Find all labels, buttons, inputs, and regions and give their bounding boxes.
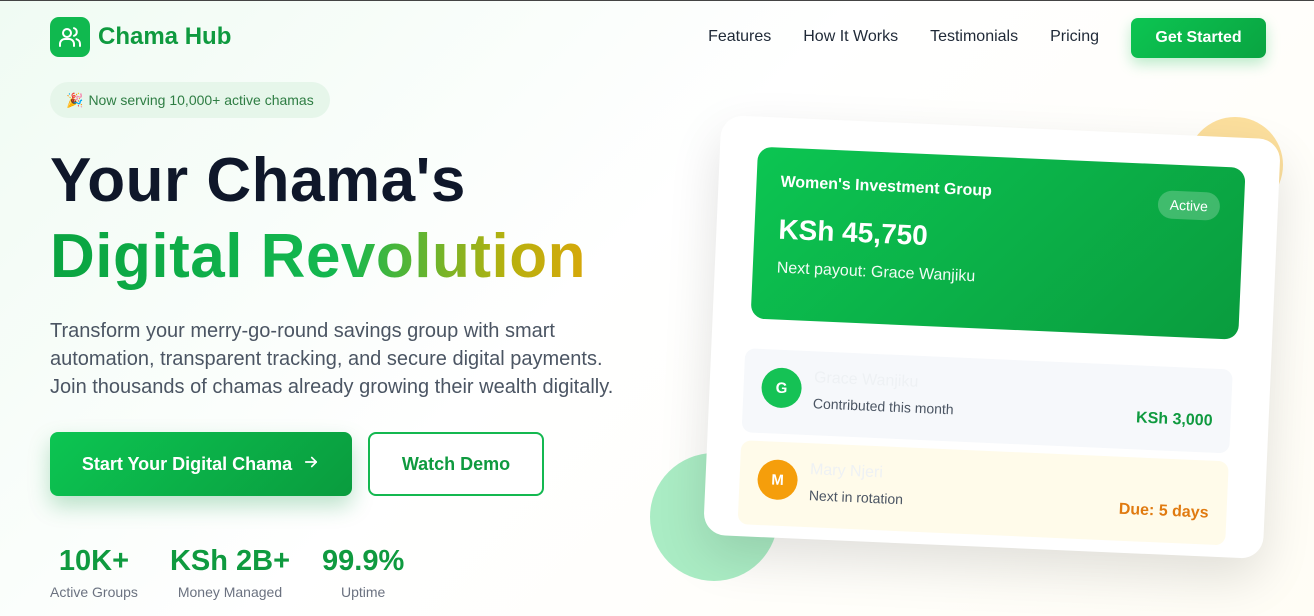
stats-row: 10K+ Active Groups KSh 2B+ Money Managed… (50, 545, 404, 600)
stat-label: Uptime (340, 584, 386, 600)
stat-uptime: 99.9% Uptime (322, 545, 404, 600)
next-payout: Next payout: Grace Wanjiku (776, 259, 976, 286)
party-icon: 🎉 (66, 91, 84, 108)
dashboard-preview-card: Women's Investment Group Active KSh 45,7… (703, 114, 1281, 560)
brand-name: Chama Hub (98, 23, 232, 50)
nav-link-features[interactable]: Features (708, 28, 771, 46)
member-name: Grace Wanjiku (813, 369, 919, 391)
member-name: Mary Njeri (809, 461, 884, 482)
member-row: G Grace Wanjiku Contributed this month K… (741, 348, 1233, 454)
avatar: M (756, 458, 799, 501)
member-status: Contributed this month (812, 395, 955, 418)
stat-value: 10K+ (58, 545, 130, 577)
group-name: Women's Investment Group (780, 173, 993, 200)
stat-value: KSh 2B+ (169, 545, 291, 577)
avatar: G (760, 367, 803, 409)
watch-demo-button[interactable]: Watch Demo (368, 432, 544, 496)
stat-money-managed: KSh 2B+ Money Managed (170, 545, 290, 600)
member-row: M Mary Njeri Next in rotation Due: 5 day… (737, 440, 1229, 546)
arrow-right-icon (302, 453, 320, 476)
get-started-button[interactable]: Get Started (1131, 18, 1266, 58)
start-chama-button[interactable]: Start Your Digital Chama (50, 432, 352, 496)
nav-links: Features How It Works Testimonials Prici… (708, 28, 1099, 46)
start-chama-label: Start Your Digital Chama (81, 453, 293, 474)
stat-active-groups: 10K+ Active Groups (50, 545, 138, 600)
stat-label: Money Managed (177, 584, 283, 600)
nav-link-how-it-works[interactable]: How It Works (803, 28, 898, 46)
status-badge: Active (1157, 190, 1221, 221)
badge-text: Now serving 10,000+ active chamas (88, 92, 314, 108)
users-icon (50, 17, 90, 57)
top-nav: Chama Hub Features How It Works Testimon… (50, 17, 1266, 59)
group-balance: KSh 45,750 (777, 213, 929, 252)
stat-label: Active Groups (50, 584, 138, 600)
brand-logo[interactable]: Chama Hub (50, 17, 231, 57)
group-summary-card: Women's Investment Group Active KSh 45,7… (750, 146, 1246, 340)
member-due: Due: 5 days (1118, 500, 1209, 522)
stat-value: 99.9% (322, 545, 405, 577)
hero-title-line1: Your Chama's (50, 146, 466, 215)
hero-description: Transform your merry-go-round savings gr… (50, 320, 614, 398)
hero-title-line2: Digital Revolution (50, 222, 586, 291)
nav-link-testimonials[interactable]: Testimonials (930, 28, 1018, 46)
member-amount: KSh 3,000 (1135, 409, 1213, 430)
nav-link-pricing[interactable]: Pricing (1050, 28, 1099, 46)
announcement-badge: 🎉 Now serving 10,000+ active chamas (50, 82, 330, 118)
member-status: Next in rotation (808, 487, 904, 508)
